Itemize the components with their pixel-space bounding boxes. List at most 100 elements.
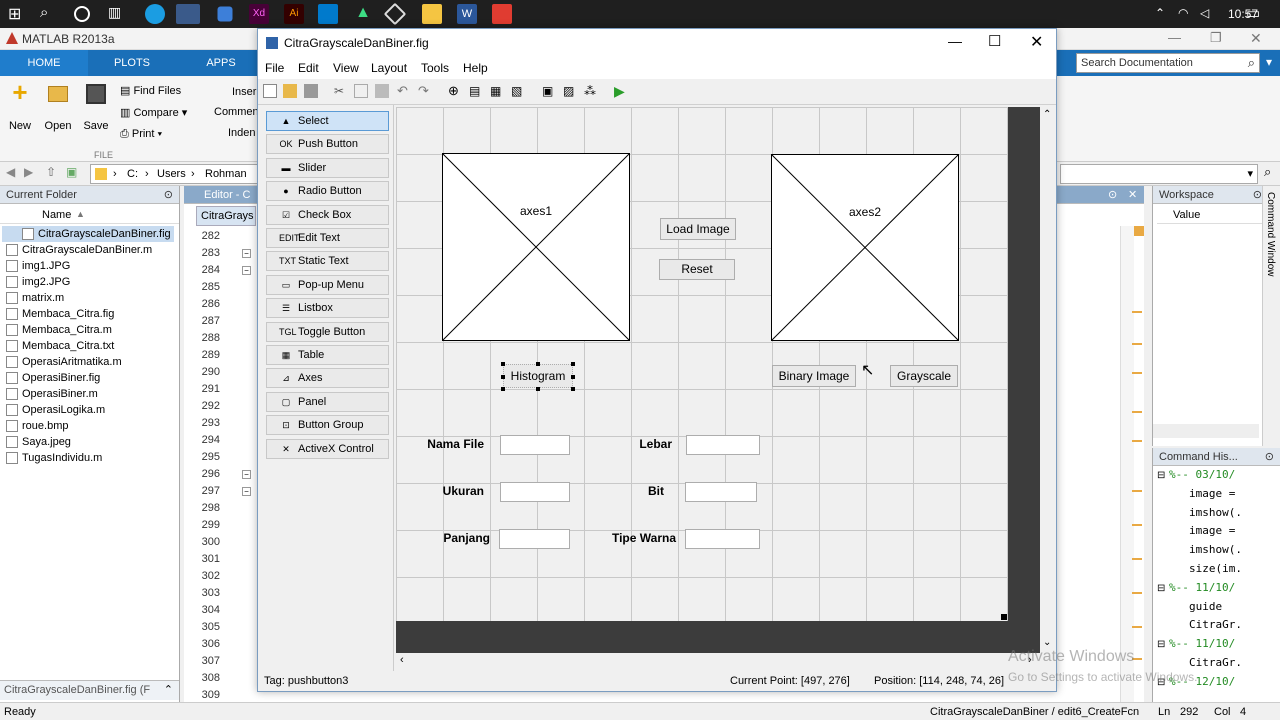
tab-order-icon[interactable]: ▦ xyxy=(490,84,504,98)
palette-radio-button[interactable]: ● Radio Button xyxy=(266,181,389,202)
file-list-item[interactable]: OperasiBiner.m xyxy=(6,386,98,402)
copy-icon[interactable] xyxy=(354,84,368,98)
history-command[interactable]: imshow(. xyxy=(1189,543,1242,556)
path-drive[interactable]: C: xyxy=(127,168,138,180)
file-list-item[interactable]: CitraGrayscaleDanBiner.m xyxy=(6,242,152,258)
editor-warning-mark[interactable] xyxy=(1132,626,1142,628)
android-studio-icon[interactable]: ▲ xyxy=(353,4,373,24)
nama-file-field[interactable] xyxy=(500,435,570,455)
editor-warning-mark[interactable] xyxy=(1132,490,1142,492)
editor-scrollbar[interactable] xyxy=(1120,226,1134,702)
lebar-field[interactable] xyxy=(686,435,760,455)
history-actions-icon[interactable]: ⊙ xyxy=(1265,448,1274,466)
selection-handle[interactable] xyxy=(571,375,575,379)
palette-axes[interactable]: ⊿ Axes xyxy=(266,368,389,389)
box-app-icon[interactable] xyxy=(217,6,233,22)
history-session-header[interactable]: %-- 03/10/ xyxy=(1169,468,1235,481)
axes2-placeholder[interactable]: axes2 xyxy=(771,154,959,341)
new-file-icon[interactable] xyxy=(263,84,277,98)
run-figure-icon[interactable]: ▶ xyxy=(614,84,628,98)
panjang-field[interactable] xyxy=(499,529,570,549)
palette-check-box[interactable]: ☑ Check Box xyxy=(266,204,389,225)
ukuran-field[interactable] xyxy=(500,482,570,502)
code-fold-icon[interactable]: − xyxy=(242,266,251,275)
browse-folder-icon[interactable]: ▣ xyxy=(66,165,77,179)
undo-icon[interactable]: ↶ xyxy=(397,84,411,98)
tipe-warna-field[interactable] xyxy=(685,529,760,549)
scroll-down-icon[interactable]: ⌄ xyxy=(1043,637,1051,648)
expand-details-icon[interactable]: ⌃ xyxy=(164,683,173,696)
collapse-icon[interactable]: ⊟ xyxy=(1157,470,1165,481)
file-column-header[interactable]: Name ▲ xyxy=(0,206,179,224)
scroll-up-icon[interactable]: ⌃ xyxy=(1043,109,1051,120)
search-icon[interactable]: ⌕ xyxy=(40,4,60,24)
file-list-item[interactable]: img1.JPG xyxy=(6,258,70,274)
selection-handle[interactable] xyxy=(501,375,505,379)
matlab-minimize-icon[interactable]: — xyxy=(1168,30,1181,45)
print-button[interactable]: ⎙ Print ▾ xyxy=(120,128,162,141)
search-icon[interactable]: ⌕ xyxy=(1248,55,1255,71)
editor-warning-indicator[interactable] xyxy=(1134,226,1144,236)
code-fold-icon[interactable]: − xyxy=(242,470,251,479)
comment-button[interactable]: Commen xyxy=(214,106,259,118)
edge-icon[interactable] xyxy=(145,4,165,24)
matlab-taskbar-icon[interactable] xyxy=(176,4,200,24)
axes1-placeholder[interactable]: axes1 xyxy=(442,153,630,341)
menu-editor-icon[interactable]: ▤ xyxy=(469,84,483,98)
find-files-button[interactable]: ▤ Find Files xyxy=(120,84,181,97)
palette-static-text[interactable]: TXT Static Text xyxy=(266,251,389,272)
path-search-icon[interactable]: ⌕ xyxy=(1264,164,1271,180)
forward-arrow-icon[interactable]: ▶ xyxy=(24,165,33,179)
tray-chevron-icon[interactable]: ⌃ xyxy=(1155,6,1165,20)
editor-close-icon[interactable]: ✕ xyxy=(1128,186,1137,204)
palette-activex-control[interactable]: ✕ ActiveX Control xyxy=(266,438,389,459)
insert-button[interactable]: Inser xyxy=(232,86,256,98)
canvas-vscrollbar[interactable]: ⌃ ⌄ xyxy=(1040,107,1056,653)
menu-edit[interactable]: Edit xyxy=(298,61,319,75)
name-column[interactable]: Name xyxy=(42,209,71,221)
editor-warning-mark[interactable] xyxy=(1132,524,1142,526)
up-folder-icon[interactable]: ⇧ xyxy=(46,165,56,179)
file-list-item[interactable]: Saya.jpeg xyxy=(6,434,71,450)
paste-icon[interactable] xyxy=(375,84,389,98)
file-list-item[interactable]: Membaca_Citra.m xyxy=(6,322,112,338)
palette-toggle-button[interactable]: TGL Toggle Button xyxy=(266,321,389,342)
layout-canvas[interactable]: axes1 axes2 Load Image Reset Histogram B… xyxy=(396,107,1008,621)
binary-image-button[interactable]: Binary Image xyxy=(772,365,856,387)
file-explorer-icon[interactable] xyxy=(422,4,442,24)
history-command[interactable]: imshow(. xyxy=(1189,506,1242,519)
canvas-resize-handle[interactable] xyxy=(1001,614,1007,620)
notification-icon[interactable]: ▭ xyxy=(1246,4,1260,22)
ribbon-expand-icon[interactable]: ▾ xyxy=(1266,55,1272,69)
matlab-restore-icon[interactable]: ❐ xyxy=(1210,30,1222,46)
menu-view[interactable]: View xyxy=(333,61,359,75)
file-list-item[interactable]: roue.bmp xyxy=(6,418,68,434)
file-list-item[interactable]: CitraGrayscaleDanBiner.fig xyxy=(2,226,174,242)
editor-warning-mark[interactable] xyxy=(1132,311,1142,313)
wifi-icon[interactable]: ◠ xyxy=(1178,6,1188,20)
collapse-icon[interactable]: ⊟ xyxy=(1157,639,1165,650)
canvas-hscrollbar[interactable]: ‹ › xyxy=(396,653,1040,669)
editor-file-tab[interactable]: CitraGrays xyxy=(196,206,256,226)
indent-button[interactable]: Inden xyxy=(228,127,256,139)
history-session-header[interactable]: %-- 11/10/ xyxy=(1169,637,1235,650)
history-command[interactable]: CitraGr. xyxy=(1189,618,1242,631)
editor-actions-icon[interactable]: ⊙ xyxy=(1108,186,1117,204)
palette-pop-up-menu[interactable]: ▭ Pop-up Menu xyxy=(266,274,389,295)
adobe-illustrator-icon[interactable]: Ai xyxy=(284,4,304,24)
scroll-left-icon[interactable]: ‹ xyxy=(400,654,404,666)
selection-handle[interactable] xyxy=(571,387,575,391)
command-window-label[interactable]: Command Window xyxy=(1265,192,1276,276)
compare-button[interactable]: ▥ Compare ▾ xyxy=(120,106,187,119)
palette-table[interactable]: ▦ Table xyxy=(266,345,389,365)
path-dropdown[interactable]: ▾ xyxy=(1060,164,1258,184)
word-icon[interactable]: W xyxy=(457,4,477,24)
guide-minimize-icon[interactable]: — xyxy=(948,33,962,49)
open-file-icon[interactable] xyxy=(283,84,297,98)
editor-warning-mark[interactable] xyxy=(1132,558,1142,560)
adobe-xd-icon[interactable]: Xd xyxy=(249,4,269,24)
reset-button[interactable]: Reset xyxy=(659,259,735,280)
redo-icon[interactable]: ↷ xyxy=(418,84,432,98)
save-button[interactable]: Save xyxy=(82,82,110,132)
tab-home[interactable]: HOME xyxy=(0,50,88,76)
